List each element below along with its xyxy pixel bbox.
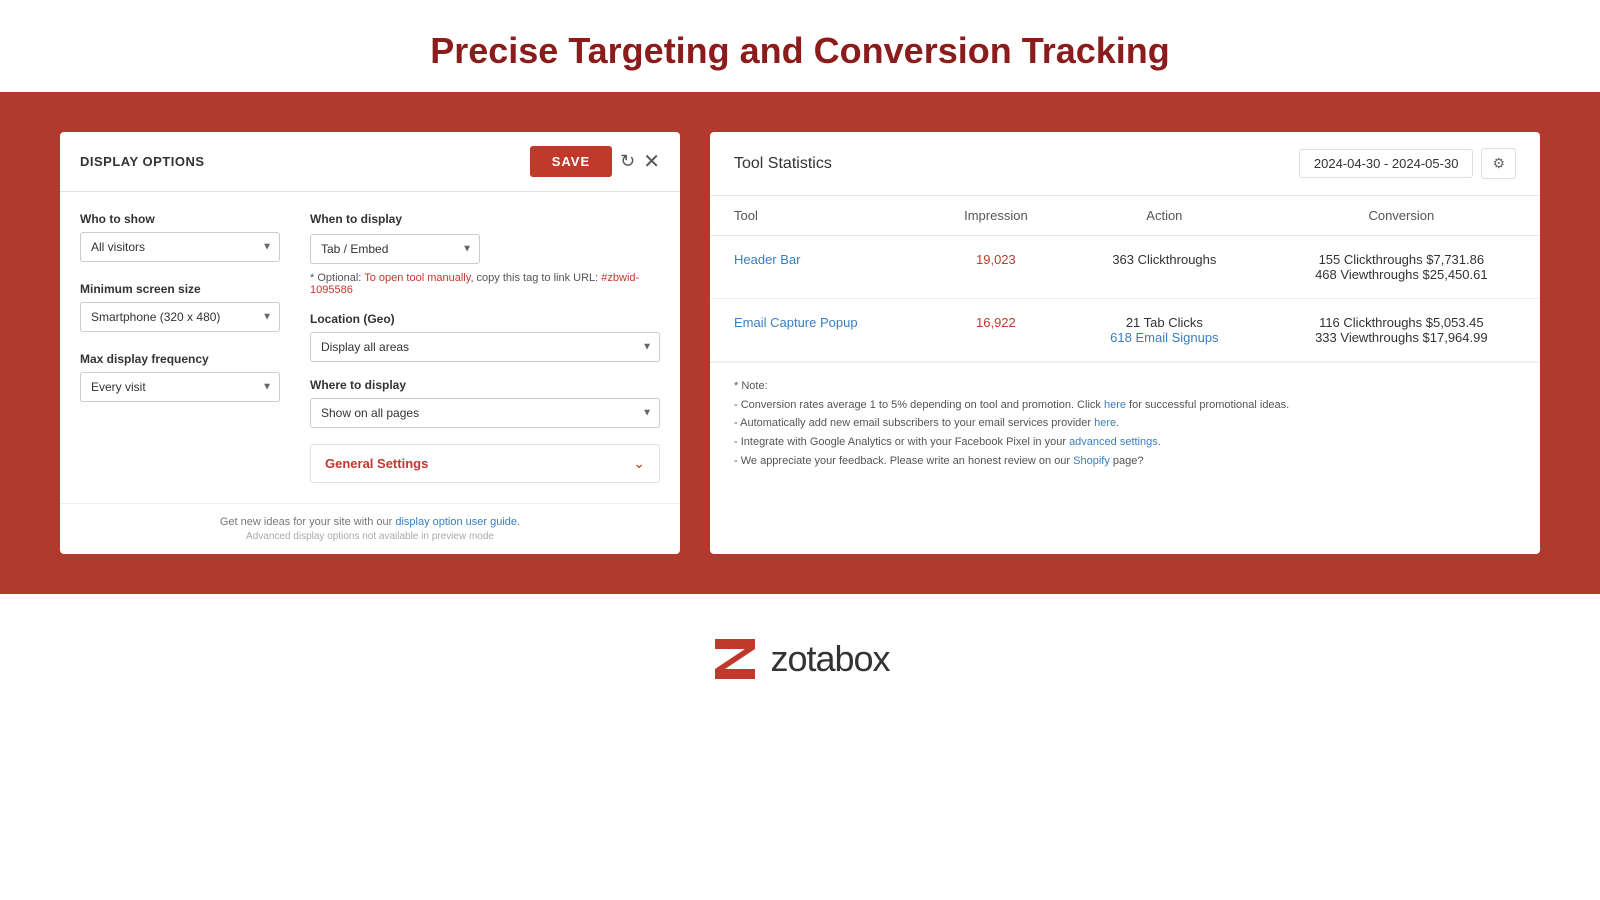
header-bar-action: 363 Clickthroughs [1066,236,1263,299]
notes-line1: - Conversion rates average 1 to 5% depen… [734,396,1516,415]
panel-header-actions: SAVE ↻ ✕ [530,146,660,177]
save-button[interactable]: SAVE [530,146,612,177]
stats-date-range: 2024-04-30 - 2024-05-30 [1299,149,1474,178]
panel-footer: Get new ideas for your site with our dis… [60,503,680,554]
email-capture-impression: 16,922 [976,315,1016,330]
notes-line3: - Integrate with Google Analytics or wit… [734,433,1516,452]
email-capture-conversion: 116 Clickthroughs $5,053.45 333 Viewthro… [1263,299,1540,362]
page-header: Precise Targeting and Conversion Trackin… [0,0,1600,92]
logo-container: zotabox [710,634,889,684]
page-title: Precise Targeting and Conversion Trackin… [0,30,1600,72]
open-tool-manually-link[interactable]: To open tool manually [364,272,470,284]
bottom-section: zotabox [0,594,1600,724]
max-display-freq-group: Max display frequency Every visit Once a… [80,352,280,402]
general-settings-label: General Settings [325,456,428,471]
email-signups-link[interactable]: 618 Email Signups [1110,330,1218,345]
max-display-freq-label: Max display frequency [80,352,280,366]
close-button[interactable]: ✕ [643,149,660,174]
stats-notes: * Note: - Conversion rates average 1 to … [710,362,1540,484]
stats-title: Tool Statistics [734,155,832,173]
where-to-display-select[interactable]: Show on all pages Specific pages Exclude… [310,398,660,428]
who-to-show-wrapper: All visitors New visitors Returning visi… [80,232,280,262]
refresh-button[interactable]: ↻ [620,151,635,172]
min-screen-size-select[interactable]: Smartphone (320 x 480) Tablet (768 x 102… [80,302,280,332]
here-link-1[interactable]: here [1104,399,1126,411]
panel-header: DISPLAY OPTIONS SAVE ↻ ✕ [60,132,680,192]
right-col: When to display Tab / Embed Popup Slider… [310,212,660,483]
header-bar-conversion: 155 Clickthroughs $7,731.86 468 Viewthro… [1263,236,1540,299]
max-display-freq-select[interactable]: Every visit Once a day Once a week [80,372,280,402]
optional-text: * Optional: To open tool manually, copy … [310,272,660,296]
notes-line2: - Automatically add new email subscriber… [734,414,1516,433]
header-bar-link[interactable]: Header Bar [734,252,800,267]
left-col: Who to show All visitors New visitors Re… [80,212,280,483]
tab-embed-row: Tab / Embed Popup Slider ▼ [310,234,660,264]
display-options-panel: DISPLAY OPTIONS SAVE ↻ ✕ Who to show All… [60,132,680,554]
where-to-display-label: Where to display [310,378,660,392]
header-bar-impression: 19,023 [976,252,1016,267]
location-geo-select[interactable]: Display all areas Specific countries Exc… [310,332,660,362]
table-row: Email Capture Popup 16,922 21 Tab Clicks… [710,299,1540,362]
stats-date-row: 2024-04-30 - 2024-05-30 ⚙ [1299,148,1516,179]
col-conversion: Conversion [1263,196,1540,236]
gear-button[interactable]: ⚙ [1481,148,1516,179]
when-to-display-label: When to display [310,212,660,226]
table-header-row: Tool Impression Action Conversion [710,196,1540,236]
panel-title: DISPLAY OPTIONS [80,154,205,169]
table-row: Header Bar 19,023 363 Clickthroughs 155 … [710,236,1540,299]
chevron-down-icon: ⌄ [633,455,645,472]
display-option-user-guide-link[interactable]: display option user guide [395,516,517,528]
location-geo-wrapper: Display all areas Specific countries Exc… [310,332,660,362]
hash-code: #zbwid-1095586 [310,272,639,296]
stats-header: Tool Statistics 2024-04-30 - 2024-05-30 … [710,132,1540,196]
logo-text: zotabox [770,638,889,680]
who-to-show-label: Who to show [80,212,280,226]
when-to-display-select[interactable]: Tab / Embed Popup Slider [310,234,480,264]
who-to-show-group: Who to show All visitors New visitors Re… [80,212,280,262]
where-to-display-wrapper: Show on all pages Specific pages Exclude… [310,398,660,428]
col-impression: Impression [926,196,1066,236]
min-screen-size-wrapper: Smartphone (320 x 480) Tablet (768 x 102… [80,302,280,332]
min-screen-size-group: Minimum screen size Smartphone (320 x 48… [80,282,280,332]
general-settings-bar[interactable]: General Settings ⌄ [310,444,660,483]
panel-body: Who to show All visitors New visitors Re… [60,192,680,503]
min-screen-size-label: Minimum screen size [80,282,280,296]
zotabox-logo-icon [710,634,760,684]
stats-panel: Tool Statistics 2024-04-30 - 2024-05-30 … [710,132,1540,554]
red-section: DISPLAY OPTIONS SAVE ↻ ✕ Who to show All… [0,92,1600,594]
who-to-show-select[interactable]: All visitors New visitors Returning visi… [80,232,280,262]
notes-title: * Note: [734,377,1516,396]
email-capture-popup-link[interactable]: Email Capture Popup [734,315,858,330]
location-geo-label: Location (Geo) [310,312,660,326]
footer-sub: Advanced display options not available i… [80,531,660,542]
stats-table: Tool Impression Action Conversion Header… [710,196,1540,362]
col-action: Action [1066,196,1263,236]
email-capture-action: 21 Tab Clicks 618 Email Signups [1066,299,1263,362]
col-tool: Tool [710,196,926,236]
shopify-link[interactable]: Shopify [1073,455,1110,467]
when-to-display-wrapper: Tab / Embed Popup Slider ▼ [310,234,480,264]
footer-text: Get new ideas for your site with our dis… [80,516,660,528]
max-display-freq-wrapper: Every visit Once a day Once a week ▼ [80,372,280,402]
advanced-settings-link[interactable]: advanced settings [1069,436,1158,448]
here-link-2[interactable]: here [1094,417,1116,429]
notes-line4: - We appreciate your feedback. Please wr… [734,452,1516,471]
